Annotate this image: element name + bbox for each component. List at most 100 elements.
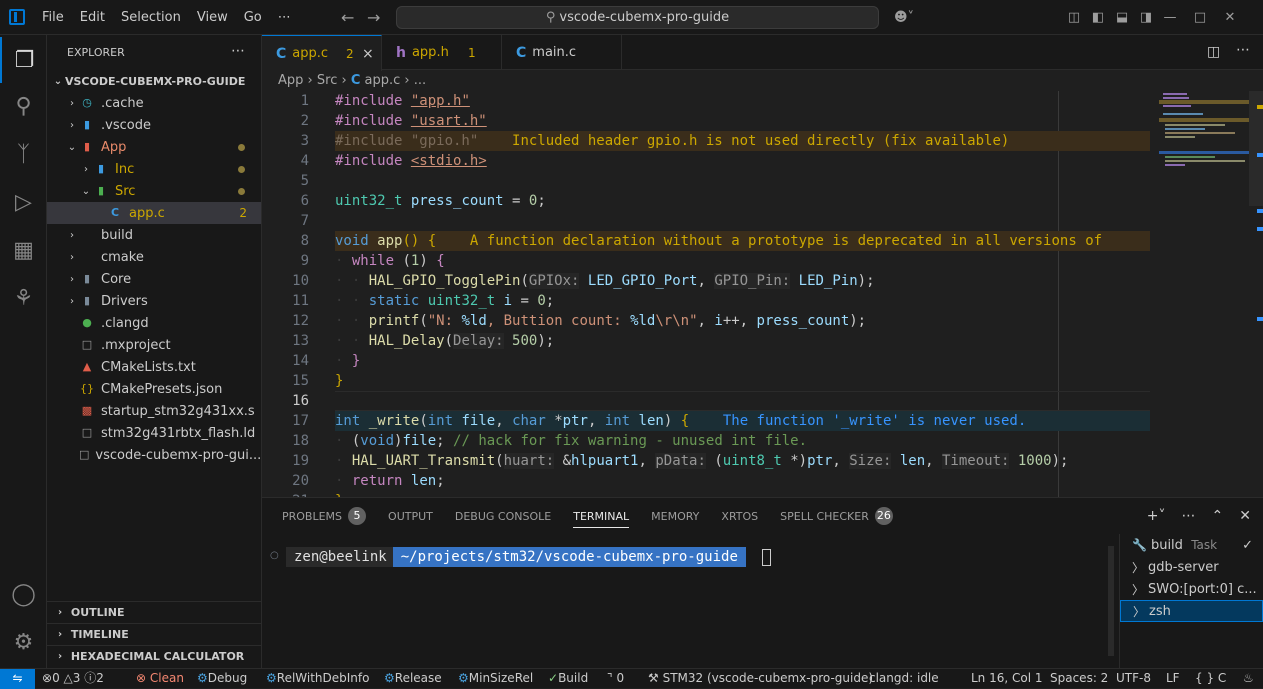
tree-item-cmakepresets[interactable]: {} CMakePresets.json (47, 378, 261, 400)
menu-view[interactable]: View (189, 10, 236, 25)
line-number: 9 (300, 253, 309, 269)
clangd-status[interactable]: clangd: idle (869, 669, 939, 689)
tree-item-build[interactable]: › build (47, 224, 261, 246)
terminal-item-gdb[interactable]: 〉 gdb-server (1120, 556, 1263, 578)
tree-item-startup[interactable]: ▩ startup_stm32g431xx.s (47, 400, 261, 422)
tree-item-cmakelists[interactable]: ▲ CMakeLists.txt (47, 356, 261, 378)
settings-gear-icon[interactable]: ⚙ (0, 619, 47, 665)
tab-output[interactable]: OUTPUT (388, 498, 433, 534)
tree-item-vscode[interactable]: › ▮ .vscode (47, 114, 261, 136)
tree-root[interactable]: ⌄ VSCODE-CUBEMX-PRO-GUIDE (47, 70, 261, 92)
tab-spell-checker[interactable]: SPELL CHECKER 26 (780, 498, 893, 534)
terminal-label: zsh (1149, 603, 1171, 619)
tree-item-src[interactable]: ⌄ ▮ Src (47, 180, 261, 202)
editor-more-icon[interactable]: ⋯ (1236, 42, 1250, 58)
close-window-icon[interactable]: ✕ (1215, 10, 1245, 25)
breadcrumb-src[interactable]: Src (317, 73, 337, 88)
search-view-icon[interactable]: ⚲ (0, 83, 47, 129)
explorer-icon[interactable]: ❐ (0, 37, 47, 83)
tree-item-ld[interactable]: □ stm32g431rbtx_flash.ld (47, 422, 261, 444)
menu-go[interactable]: Go (236, 10, 270, 25)
tree-item-drivers[interactable]: › ▮ Drivers (47, 290, 261, 312)
tab-memory[interactable]: MEMORY (651, 498, 699, 534)
minimize-icon[interactable]: — (1155, 10, 1185, 25)
minimap[interactable] (1159, 91, 1249, 497)
back-arrow-icon[interactable]: ← (341, 8, 354, 27)
terminal-scrollbar[interactable] (1108, 546, 1114, 656)
panel-more-icon[interactable]: ⋯ (1182, 508, 1196, 524)
run-debug-icon[interactable]: ▷ (0, 179, 47, 225)
indentation-status[interactable]: Spaces: 2 (1050, 669, 1108, 689)
tree-item-inc[interactable]: › ▮ Inc (47, 158, 261, 180)
testing-flask-icon[interactable]: ⚘ (0, 275, 47, 321)
customize-layout-icon[interactable]: ◫ (1062, 10, 1086, 25)
hex-calculator-section[interactable]: › HEXADECIMAL CALCULATOR (47, 645, 262, 667)
remote-icon[interactable]: ⇋ (0, 669, 35, 689)
toggle-sidebar-icon[interactable]: ◧ (1086, 10, 1110, 25)
tree-item-workspace[interactable]: □ vscode-cubemx-pro-gui... (47, 444, 261, 466)
outline-section[interactable]: › OUTLINE (47, 601, 262, 623)
close-panel-icon[interactable]: ✕ (1239, 508, 1251, 524)
maximize-icon[interactable]: □ (1185, 10, 1215, 25)
problems-status[interactable]: ⊗0 △3 ⓘ2 (42, 669, 104, 689)
extensions-icon[interactable]: ▦ (0, 227, 47, 273)
language-mode[interactable]: { } C (1195, 669, 1226, 689)
tab-main-c[interactable]: C main.c (502, 35, 622, 70)
terminal-prompt[interactable]: zen@beelink ~/projects/stm32/vscode-cube… (262, 546, 771, 568)
debug-preset-button[interactable]: ⚙Debug (197, 669, 247, 689)
tree-item-cmake[interactable]: › cmake (47, 246, 261, 268)
editor-scrollbar[interactable] (1249, 91, 1263, 497)
new-terminal-icon[interactable]: +˅ (1147, 508, 1166, 524)
source-control-icon[interactable]: ᛉ (0, 131, 47, 177)
build-button[interactable]: ✓Build (548, 669, 588, 689)
terminal-item-swo[interactable]: 〉 SWO:[port:0] c... (1120, 578, 1263, 600)
accounts-icon[interactable]: ◯ (0, 571, 47, 617)
tree-item-mxproject[interactable]: □ .mxproject (47, 334, 261, 356)
tab-app-c[interactable]: C app.c 2 × (262, 35, 382, 71)
forward-arrow-icon[interactable]: → (367, 8, 380, 27)
breadcrumb-file[interactable]: app.c (365, 73, 401, 88)
menu-selection[interactable]: Selection (113, 10, 189, 25)
close-tab-icon[interactable]: × (362, 46, 374, 62)
target-status[interactable]: ⚒ STM32 (vscode-cubemx-pro-guide) (648, 669, 873, 689)
code-editor[interactable]: 1 2 3 4 5 6 7 8 9 10 11 12 13 14 15 16 1… (262, 91, 1263, 497)
chevron-right-icon: › (70, 97, 74, 109)
inline-warning: Included header gpio.h is not used direc… (512, 133, 1010, 149)
tab-app-h[interactable]: h app.h 1 (382, 35, 502, 70)
encoding-status[interactable]: UTF-8 (1116, 669, 1151, 689)
tree-item-app[interactable]: ⌄ ▮ App (47, 136, 261, 158)
eol-status[interactable]: LF (1166, 669, 1180, 689)
tree-item-clangd[interactable]: ● .clangd (47, 312, 261, 334)
menu-edit[interactable]: Edit (72, 10, 113, 25)
toggle-panel-icon[interactable]: ⬓ (1110, 10, 1134, 25)
tab-xrtos[interactable]: XRTOS (721, 498, 758, 534)
menu-more[interactable]: ⋯ (270, 10, 299, 25)
tab-terminal[interactable]: TERMINAL (573, 498, 629, 534)
clean-button[interactable]: ⊗ Clean (136, 669, 184, 689)
timeline-section[interactable]: › TIMELINE (47, 623, 262, 645)
breadcrumb-symbol[interactable]: ... (414, 73, 426, 88)
terminal-label: SWO:[port:0] c... (1148, 581, 1257, 597)
maximize-panel-icon[interactable]: ⌃ (1212, 508, 1224, 524)
command-center-search[interactable]: ⚲ vscode-cubemx-pro-guide (396, 6, 879, 29)
explorer-more-icon[interactable]: ⋯ (231, 43, 245, 59)
tab-debug-console[interactable]: DEBUG CONSOLE (455, 498, 551, 534)
ports-status[interactable]: ⌝ 0 (607, 669, 624, 689)
tree-item-cache[interactable]: › ◷ .cache (47, 92, 261, 114)
tab-problems[interactable]: PROBLEMS 5 (282, 498, 367, 534)
split-editor-icon[interactable]: ◫ (1207, 44, 1220, 60)
relwithdebinfo-button[interactable]: ⚙RelWithDebInfo (266, 669, 369, 689)
notifications-icon[interactable]: ♨ (1243, 669, 1254, 689)
cursor-position[interactable]: Ln 16, Col 1 (971, 669, 1043, 689)
release-button[interactable]: ⚙Release (384, 669, 442, 689)
copilot-icon[interactable]: ☻˅ (892, 10, 916, 25)
terminal-item-zsh[interactable]: 〉 zsh (1120, 600, 1263, 622)
tree-item-core[interactable]: › ▮ Core (47, 268, 261, 290)
breadcrumb-app[interactable]: App (278, 73, 303, 88)
tree-item-app-c[interactable]: C app.c 2 (47, 202, 261, 224)
terminal-item-build[interactable]: 🔧 build Task ✓ (1120, 534, 1263, 556)
tools-icon: 🔧 (1132, 538, 1147, 552)
menu-file[interactable]: File (34, 10, 72, 25)
copilot-menu[interactable]: ☻˅ (892, 0, 916, 35)
minsizerel-button[interactable]: ⚙MinSizeRel (458, 669, 533, 689)
